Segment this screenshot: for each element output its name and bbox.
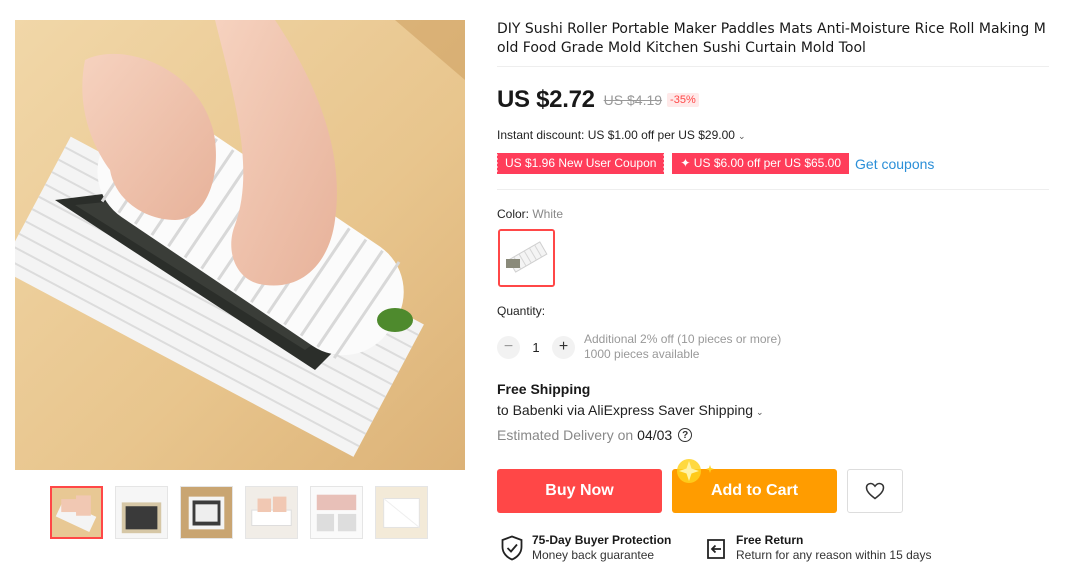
wishlist-button[interactable] bbox=[847, 469, 903, 513]
quantity-minus-button[interactable]: − bbox=[497, 335, 520, 359]
buyer-protection-text: 75-Day Buyer Protection Money back guara… bbox=[532, 533, 671, 563]
coupon-divider bbox=[497, 189, 1049, 190]
quantity-label: Quantity: bbox=[497, 304, 546, 318]
thumbnail-6[interactable] bbox=[375, 486, 428, 539]
stock-note: 1000 pieces available bbox=[584, 347, 700, 361]
help-icon[interactable]: ? bbox=[678, 428, 693, 442]
estimated-delivery: Estimated Delivery on 04/03 ? bbox=[497, 427, 693, 443]
thumbnail-3[interactable] bbox=[180, 486, 233, 539]
thumbnail-strip bbox=[50, 486, 428, 539]
quantity-note: Additional 2% off (10 pieces or more) 10… bbox=[584, 332, 781, 362]
buyer-protection: 75-Day Buyer Protection Money back guara… bbox=[500, 533, 671, 563]
instant-discount[interactable]: Instant discount: US $1.00 off per US $2… bbox=[497, 128, 745, 142]
add-to-cart-button[interactable]: Add to Cart bbox=[672, 469, 837, 513]
discount-badge: -35% bbox=[667, 93, 699, 107]
thumbnail-1[interactable] bbox=[50, 486, 103, 539]
color-label-text: Color: bbox=[497, 207, 530, 221]
chevron-down-icon: ⌄ bbox=[737, 131, 746, 141]
product-title: DIY Sushi Roller Portable Maker Paddles … bbox=[497, 21, 1046, 56]
current-price: US $2.72 bbox=[497, 86, 595, 113]
thumbnail-5[interactable] bbox=[310, 486, 363, 539]
price-row: US $2.72 US $4.19 -35% bbox=[497, 86, 699, 114]
store-coupon[interactable]: ✦ US $6.00 off per US $65.00 bbox=[672, 153, 850, 174]
instant-discount-text: Instant discount: US $1.00 off per US $2… bbox=[497, 128, 735, 142]
quantity-plus-button[interactable]: + bbox=[552, 335, 575, 359]
quantity-stepper: − 1 + Additional 2% off (10 pieces or mo… bbox=[497, 332, 781, 362]
new-user-coupon[interactable]: US $1.96 New User Coupon bbox=[495, 153, 665, 174]
color-swatch-white[interactable] bbox=[498, 229, 555, 287]
shipping-destination-text: to Babenki via AliExpress Saver Shipping bbox=[497, 402, 754, 418]
shield-check-icon bbox=[501, 535, 523, 561]
title-divider bbox=[497, 66, 1049, 67]
quantity-value[interactable]: 1 bbox=[520, 340, 552, 355]
free-return-text: Free Return Return for any reason within… bbox=[736, 533, 931, 563]
free-return-title: Free Return bbox=[736, 533, 804, 547]
coupon-row: US $1.96 New User Coupon ✦ US $6.00 off … bbox=[495, 153, 934, 174]
color-value: White bbox=[532, 207, 564, 221]
thumbnail-2[interactable] bbox=[115, 486, 168, 539]
buy-now-button[interactable]: Buy Now bbox=[497, 469, 662, 513]
thumbnail-4[interactable] bbox=[245, 486, 298, 539]
return-arrow-icon bbox=[707, 539, 725, 559]
bulk-discount-note: Additional 2% off (10 pieces or more) bbox=[584, 332, 782, 346]
shipping-title: Free Shipping bbox=[497, 381, 591, 397]
main-product-image[interactable] bbox=[15, 20, 465, 470]
heart-icon bbox=[865, 482, 885, 500]
buyer-protection-subtitle: Money back guarantee bbox=[532, 548, 655, 562]
delivery-date: 04/03 bbox=[637, 427, 673, 443]
buyer-protection-title: 75-Day Buyer Protection bbox=[532, 533, 672, 547]
delivery-label: Estimated Delivery on bbox=[497, 427, 634, 443]
chevron-down-icon: ⌄ bbox=[756, 407, 764, 417]
free-return: Free Return Return for any reason within… bbox=[704, 533, 931, 563]
original-price: US $4.19 bbox=[603, 92, 663, 108]
color-label: Color: White bbox=[497, 207, 563, 221]
product-info: DIY Sushi Roller Portable Maker Paddles … bbox=[497, 20, 1049, 67]
shipping-destination[interactable]: to Babenki via AliExpress Saver Shipping… bbox=[497, 402, 764, 418]
free-return-subtitle: Return for any reason within 15 days bbox=[736, 548, 932, 562]
get-coupons-link[interactable]: Get coupons bbox=[855, 156, 934, 172]
